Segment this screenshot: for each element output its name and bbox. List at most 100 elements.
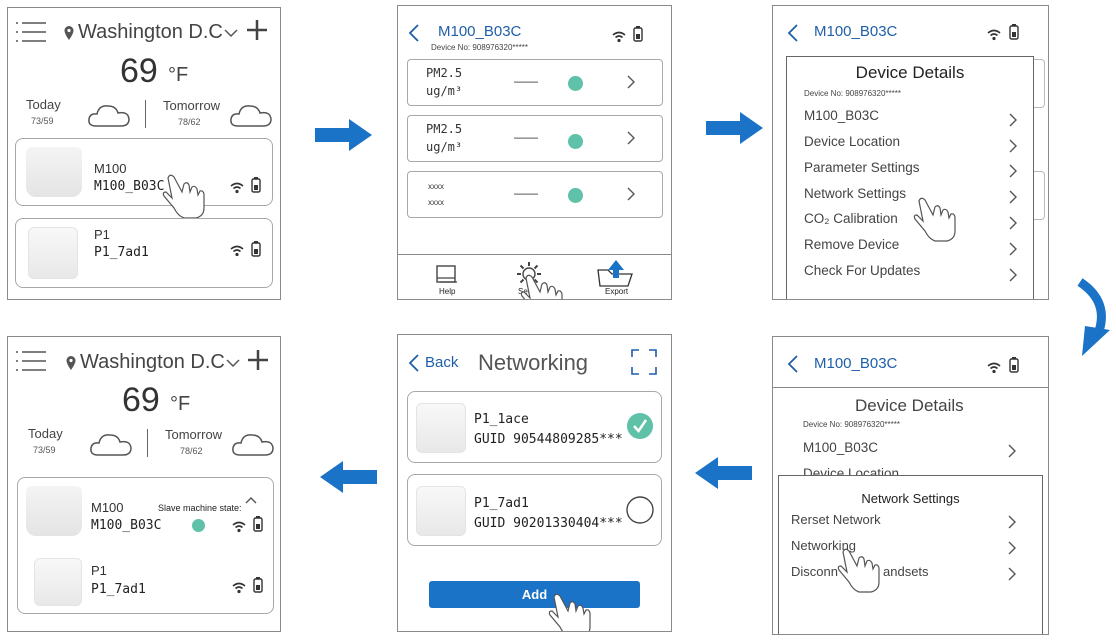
- sensor-label: xxxx: [428, 182, 444, 191]
- battery-icon: [633, 26, 643, 47]
- device-type: M100: [91, 500, 124, 515]
- details-item-co2[interactable]: CO₂ Calibration: [804, 211, 898, 226]
- details-device-number: Device No: 908976320*****: [803, 420, 900, 429]
- back-chevron-icon[interactable]: [787, 23, 799, 48]
- networking-title: Networking: [478, 350, 589, 375]
- device-name: P1_7ad1: [94, 245, 149, 260]
- m100-device-image: [26, 486, 82, 536]
- status-dot: [568, 76, 583, 91]
- wifi-icon: [230, 244, 244, 262]
- menu-icon[interactable]: [14, 20, 48, 44]
- device-name: P1_1ace: [474, 412, 529, 427]
- add-button[interactable]: Add: [429, 581, 640, 608]
- chevron-right-icon: [626, 130, 636, 151]
- flow-arrow-left: [695, 456, 753, 495]
- details-device-number: Device No: 908976320*****: [804, 89, 901, 98]
- network-device-card[interactable]: P1_7ad1 GUID 90201330404***: [407, 474, 662, 546]
- device-group-card[interactable]: M100 M100_B03C Slave machine state: P1 P…: [17, 477, 274, 614]
- temperature-unit: °F: [168, 64, 189, 86]
- back-label[interactable]: Back: [425, 354, 458, 371]
- back-chevron-icon[interactable]: [787, 354, 799, 379]
- sensor-row[interactable]: xxxx xxxx ——: [407, 171, 663, 218]
- cloud-icon: [86, 100, 132, 133]
- device-number: Device No: 908976320*****: [431, 43, 528, 52]
- chevron-right-icon: [1007, 566, 1017, 587]
- battery-icon: [1009, 24, 1019, 45]
- tap-hand-icon: [544, 587, 596, 631]
- sensor-row[interactable]: PM2.5 ug/m³ ——: [407, 115, 663, 162]
- toolbar-divider: [398, 254, 671, 255]
- details-item-parameters[interactable]: Parameter Settings: [804, 160, 920, 175]
- device-type: P1: [91, 563, 107, 578]
- chevron-right-icon: [1007, 514, 1017, 535]
- device-card-p1[interactable]: P1 P1_7ad1: [15, 218, 273, 288]
- sensor-unit: ug/m³: [426, 140, 463, 154]
- location-pin-icon: [65, 355, 77, 376]
- device-card-m100[interactable]: M100 M100_B03C: [15, 138, 273, 206]
- sensor-label: PM2.5: [426, 66, 463, 80]
- disconnect-handsets-item[interactable]: Disconn: [791, 564, 838, 579]
- p1-device-image: [34, 558, 82, 606]
- chevron-right-icon: [1008, 215, 1018, 236]
- p1-device-image: [416, 486, 466, 536]
- device-title: M100_B03C: [438, 23, 522, 40]
- reset-network-item[interactable]: Rerset Network: [791, 512, 881, 527]
- header-divider: [773, 387, 1048, 388]
- details-item-network[interactable]: Network Settings: [804, 186, 906, 201]
- details-item-updates[interactable]: Check For Updates: [804, 263, 920, 278]
- cloud-icon: [88, 429, 134, 462]
- p1-device-image: [416, 403, 466, 453]
- cloud-icon: [230, 429, 276, 462]
- panel-device-details: M100_B03C Device Details Device No: 9089…: [772, 5, 1049, 300]
- wifi-icon: [987, 361, 1001, 379]
- scan-qr-icon[interactable]: [630, 348, 658, 381]
- export-label[interactable]: Export: [605, 287, 628, 296]
- today-range: 73/59: [31, 116, 54, 126]
- details-item-name[interactable]: M100_B03C: [803, 440, 878, 455]
- wifi-icon: [230, 181, 244, 199]
- help-label[interactable]: Help: [439, 287, 455, 296]
- today-label: Today: [28, 426, 63, 441]
- sensor-value: ——: [514, 74, 538, 88]
- location-label[interactable]: Washington D.C: [78, 21, 223, 44]
- details-dialog: Device Details Device No: 908976320*****…: [786, 56, 1034, 299]
- tomorrow-label: Tomorrow: [163, 98, 221, 113]
- add-icon[interactable]: [246, 348, 270, 377]
- tomorrow-range: 78/62: [178, 117, 201, 127]
- slave-state-label: Slave machine state:: [158, 503, 242, 513]
- tap-hand-icon: [516, 268, 568, 299]
- tomorrow-range: 78/62: [180, 446, 203, 456]
- menu-icon[interactable]: [14, 349, 48, 373]
- details-item-remove[interactable]: Remove Device: [804, 237, 899, 252]
- chevron-down-icon[interactable]: [225, 356, 241, 374]
- chevron-up-icon[interactable]: [244, 492, 258, 510]
- sensor-row[interactable]: PM2.5 ug/m³ ——: [407, 59, 663, 106]
- flow-arrow-right: [315, 118, 373, 157]
- device-title: M100_B03C: [814, 23, 898, 40]
- unselected-radio-icon[interactable]: [626, 496, 654, 529]
- tap-hand-icon: [833, 542, 885, 599]
- selected-check-icon[interactable]: [626, 412, 654, 445]
- location-pin-icon: [63, 25, 75, 46]
- location-label[interactable]: Washington D.C: [80, 351, 225, 374]
- sensor-unit: ug/m³: [426, 84, 463, 98]
- network-device-card[interactable]: P1_1ace GUID 90544809285***: [407, 391, 662, 463]
- wifi-icon: [987, 28, 1001, 46]
- add-icon[interactable]: [245, 18, 269, 47]
- chevron-right-icon: [1008, 241, 1018, 262]
- details-item-name[interactable]: M100_B03C: [804, 108, 879, 123]
- back-chevron-icon[interactable]: [408, 23, 420, 48]
- chevron-right-icon: [626, 74, 636, 95]
- network-settings-title: Network Settings: [861, 491, 960, 506]
- sensor-value: ——: [514, 130, 538, 144]
- wifi-icon: [232, 520, 246, 538]
- details-item-location[interactable]: Device Location: [804, 134, 900, 149]
- chevron-down-icon[interactable]: [223, 26, 239, 44]
- battery-icon: [253, 577, 263, 598]
- device-guid: GUID 90544809285***: [474, 432, 623, 447]
- back-chevron-icon[interactable]: [408, 353, 420, 378]
- device-guid: GUID 90201330404***: [474, 516, 623, 531]
- battery-icon: [251, 241, 261, 262]
- wifi-icon: [612, 30, 626, 48]
- status-dot: [568, 134, 583, 149]
